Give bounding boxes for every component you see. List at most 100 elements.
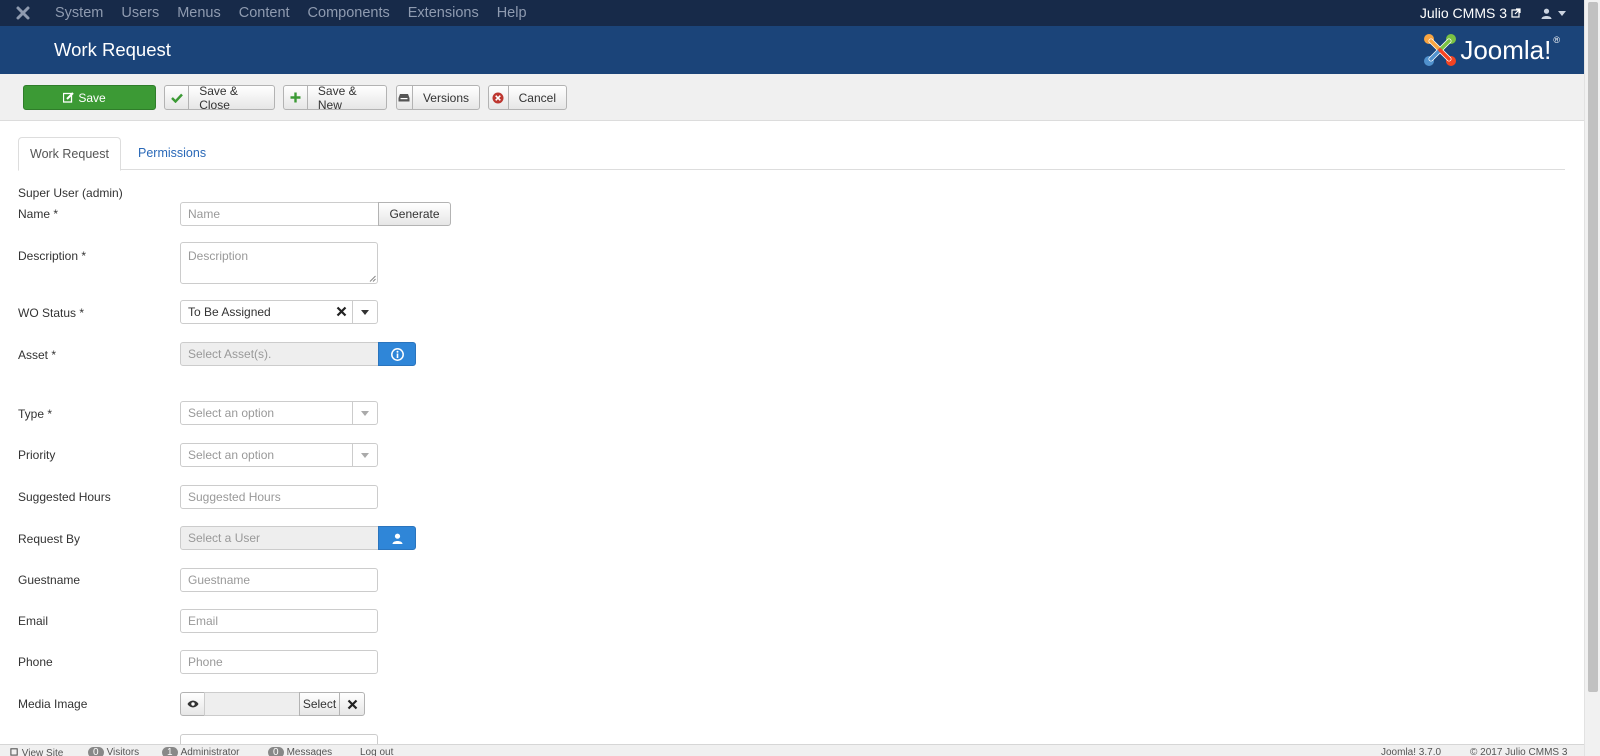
type-label: Type * [18,407,53,421]
description-placeholder: Description [188,249,249,263]
resize-handle-icon [369,275,376,282]
admin-navbar: System Users Menus Content Components Ex… [0,0,1584,26]
user-menu[interactable] [1541,8,1584,19]
archive-icon [397,86,413,109]
wo-status-select[interactable]: To Be Assigned [180,300,378,324]
plus-icon [284,86,308,109]
registered-mark: ® [1553,35,1560,45]
joomla-brand-text: Joomla! [1460,34,1552,65]
guestname-input[interactable]: Guestname [180,568,378,592]
visitors-count: 0 [88,747,104,756]
info-icon [390,347,404,361]
type-placeholder: Select an option [188,406,275,420]
dropdown-toggle[interactable] [352,301,377,323]
close-icon [347,699,357,709]
media-image-input[interactable] [204,692,300,716]
site-name-link[interactable]: Julio CMMS 3 [1420,5,1541,21]
eye-icon [187,700,198,708]
administrator-status: 1 Administrator [162,747,239,756]
external-link-icon [10,748,18,756]
view-site-link[interactable]: View Site [10,747,63,756]
user-icon [392,533,402,544]
caret-down-icon [361,309,369,315]
caret-down-icon [1558,10,1566,16]
menu-help[interactable]: Help [488,0,536,26]
save-close-button[interactable]: Save & Close [164,84,275,112]
wo-status-value: To Be Assigned [188,305,271,319]
request-by-label: Request By [18,532,81,546]
priority-label: Priority [18,448,56,462]
version-label: Joomla! 3.7.0 [1381,747,1442,756]
priority-select[interactable]: Select an option [180,443,378,467]
administrator-label: Administrator [180,747,240,756]
save-button-label: Save [78,90,106,105]
vertical-scrollbar[interactable] [1584,0,1600,756]
save-new-button[interactable]: Save & New [283,83,387,112]
toolbar: Save Save & Close Save & New Versions Ca… [0,74,1584,121]
view-site-label: View Site [21,748,64,756]
media-select-button[interactable]: Select [299,692,340,716]
email-label: Email [18,614,49,628]
description-textarea[interactable]: Description [180,242,378,284]
versions-label: Versions [422,90,469,105]
joomla-x-icon[interactable] [0,0,46,26]
messages-status: 0 Messages [268,747,332,756]
menu-content[interactable]: Content [230,0,299,26]
menu-components[interactable]: Components [299,0,399,26]
description-label: Description * [18,249,87,263]
tab-work-request[interactable]: Work Request [18,137,121,171]
external-link-icon [1511,8,1521,18]
menu-users[interactable]: Users [112,0,168,26]
cancel-button[interactable]: Cancel [488,85,567,110]
suggested-hours-input[interactable]: Suggested Hours [180,485,378,509]
cancel-label: Cancel [518,90,556,105]
suggested-hours-label: Suggested Hours [18,490,111,504]
versions-button[interactable]: Versions [396,85,480,110]
menu-extensions[interactable]: Extensions [399,0,488,26]
media-clear-button[interactable] [339,692,365,716]
asset-info-button[interactable] [378,342,416,366]
copyright-label: © 2017 Julio CMMS 3 [1470,747,1568,756]
messages-label: Messages [286,747,333,756]
administrator-count: 1 [162,747,178,756]
name-input[interactable]: Name [180,202,379,226]
request-by-input[interactable]: Select a User [180,526,379,550]
page-title: Work Request [54,39,171,60]
scrollbar-thumb[interactable] [1588,2,1598,692]
page-header: Work Request Joomla! ® [0,26,1584,74]
edit-icon [63,92,75,103]
save-button[interactable]: Save [23,85,156,110]
guestname-label: Guestname [18,573,81,587]
visitors-label: Visitors [106,747,140,756]
tab-permissions[interactable]: Permissions [127,137,217,170]
priority-dropdown-toggle[interactable] [352,444,377,466]
phone-input[interactable]: Phone [180,650,378,674]
form-tabs: Work Request Permissions [18,137,1565,171]
type-select[interactable]: Select an option [180,401,378,425]
joomla-logo-icon [1424,34,1457,66]
menu-menus[interactable]: Menus [168,0,230,26]
messages-count: 0 [268,747,284,756]
joomla-logo: Joomla! ® [1422,32,1560,68]
priority-placeholder: Select an option [188,448,275,462]
asset-label: Asset * [18,348,57,362]
type-dropdown-toggle[interactable] [352,402,377,424]
status-bar: View Site 0 Visitors 1 Administrator 0 Mess… [0,744,1584,756]
visitors-status: 0 Visitors [88,747,139,756]
asset-input[interactable]: Select Asset(s). [180,342,379,366]
generate-button[interactable]: Generate [378,202,451,226]
current-user-info: Super User (admin) [18,186,123,200]
logout-link[interactable]: Log out [360,747,393,756]
clear-x-icon[interactable] [336,306,347,320]
email-input[interactable]: Email [180,609,378,633]
name-label: Name * [18,207,59,221]
media-preview-button[interactable] [180,692,205,716]
phone-label: Phone [18,655,53,669]
caret-down-icon [361,410,369,416]
menu-system[interactable]: System [46,0,112,26]
user-icon [1541,8,1552,19]
select-user-button[interactable] [378,526,416,550]
save-new-label: Save & New [317,83,357,112]
next-field-input[interactable] [180,734,378,744]
caret-down-icon [361,452,369,458]
